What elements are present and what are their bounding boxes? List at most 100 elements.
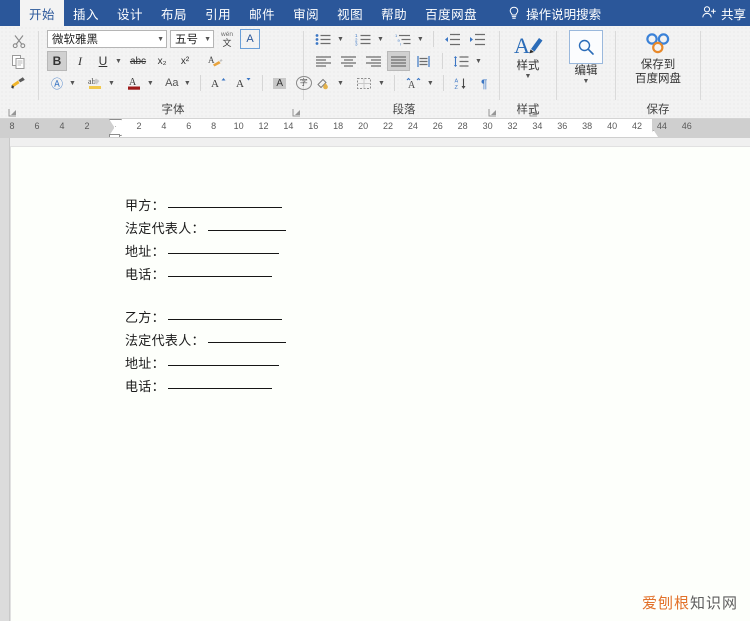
borders-icon[interactable] bbox=[353, 73, 376, 93]
underline-button[interactable]: U bbox=[93, 51, 113, 71]
chevron-down-icon[interactable]: ▼ bbox=[473, 58, 484, 65]
tab-review[interactable]: 审阅 bbox=[284, 0, 328, 26]
decrease-indent-icon[interactable] bbox=[441, 29, 464, 49]
italic-button[interactable]: I bbox=[70, 51, 90, 71]
ruler-tick: 24 bbox=[407, 121, 418, 131]
chevron-down-icon[interactable]: ▼ bbox=[525, 73, 532, 81]
grow-font-icon[interactable]: A bbox=[208, 73, 230, 93]
clear-formatting-icon[interactable]: A bbox=[204, 51, 226, 71]
ruler-tick: 34 bbox=[532, 121, 543, 131]
multilevel-list-icon[interactable]: 1ai bbox=[392, 29, 415, 49]
tab-help[interactable]: 帮助 bbox=[372, 0, 416, 26]
ruler-tick: 6 bbox=[186, 121, 192, 131]
text-highlight-icon[interactable]: ab bbox=[84, 73, 106, 93]
ruler-tick: 38 bbox=[582, 121, 593, 131]
numbering-icon[interactable]: 123 bbox=[352, 29, 375, 49]
chevron-down-icon[interactable]: ▼ bbox=[583, 78, 590, 86]
chevron-down-icon[interactable]: ▼ bbox=[182, 80, 193, 87]
svg-text:A: A bbox=[211, 78, 219, 90]
shrink-font-icon[interactable]: A bbox=[233, 73, 255, 93]
font-dialog-launcher-icon[interactable] bbox=[292, 108, 301, 117]
clipboard-dialog-launcher-icon[interactable] bbox=[8, 108, 17, 117]
chevron-down-icon[interactable]: ▼ bbox=[155, 36, 164, 43]
font-group-label: 字体 bbox=[43, 103, 303, 118]
chevron-down-icon[interactable]: ▼ bbox=[415, 36, 426, 43]
tab-layout[interactable]: 布局 bbox=[152, 0, 196, 26]
superscript-label: x² bbox=[180, 55, 190, 67]
ruler-tick: 20 bbox=[358, 121, 369, 131]
character-shading-icon[interactable]: A bbox=[270, 73, 290, 93]
tab-baidu-netdisk[interactable]: 百度网盘 bbox=[416, 0, 486, 26]
ribbon-group-clipboard bbox=[0, 26, 38, 118]
editing-button[interactable] bbox=[569, 30, 603, 64]
subscript-button[interactable]: x₂ bbox=[152, 51, 172, 71]
ruler-tick: 16 bbox=[308, 121, 319, 131]
font-size-combobox[interactable]: 五号 ▼ bbox=[170, 30, 214, 48]
svg-text:3: 3 bbox=[355, 41, 358, 45]
ruler-tick: 8 bbox=[211, 121, 217, 131]
tab-layout-label: 布局 bbox=[161, 7, 188, 22]
align-right-icon[interactable] bbox=[362, 51, 385, 71]
chevron-down-icon[interactable]: ▼ bbox=[425, 80, 436, 87]
share-button[interactable]: 共享 bbox=[701, 0, 750, 26]
chevron-down-icon[interactable]: ▼ bbox=[106, 80, 117, 87]
ruler-tick: 8 bbox=[9, 121, 15, 131]
tab-help-label: 帮助 bbox=[381, 7, 408, 22]
format-painter-icon[interactable] bbox=[8, 74, 30, 92]
show-formatting-marks-icon[interactable]: ¶ bbox=[476, 73, 497, 93]
change-case-button[interactable]: Aa bbox=[162, 73, 182, 93]
underline-label: U bbox=[98, 54, 108, 68]
line-spacing-icon[interactable] bbox=[450, 51, 473, 71]
strikethrough-button[interactable]: abc bbox=[127, 51, 149, 71]
ruler-tick: 36 bbox=[557, 121, 568, 131]
tab-view[interactable]: 视图 bbox=[328, 0, 372, 26]
word-window: 开始 插入 设计 布局 引用 邮件 审阅 视图 帮助 百度网盘 操作说明搜索 共… bbox=[0, 0, 750, 621]
distribute-icon[interactable] bbox=[412, 51, 435, 71]
sort-icon[interactable]: AZ bbox=[451, 73, 474, 93]
document-page[interactable]: 甲方： 法定代表人： 地址： 电话： 乙方： 法定代表人： 地址： 电话： 爱刨… bbox=[11, 147, 750, 621]
tab-insert[interactable]: 插入 bbox=[64, 0, 108, 26]
chevron-down-icon[interactable]: ▼ bbox=[113, 58, 124, 65]
chinese-layout-icon[interactable]: A bbox=[402, 73, 425, 93]
chevron-down-icon[interactable]: ▼ bbox=[202, 36, 211, 43]
justify-icon[interactable] bbox=[387, 51, 410, 71]
shading-icon[interactable] bbox=[312, 73, 335, 93]
bullets-icon[interactable] bbox=[312, 29, 335, 49]
subscript-label: x₂ bbox=[157, 55, 167, 67]
font-color-icon[interactable]: A bbox=[123, 73, 145, 93]
align-left-icon[interactable] bbox=[312, 51, 335, 71]
copy-icon[interactable] bbox=[8, 53, 30, 71]
character-border-icon[interactable]: A bbox=[240, 29, 260, 49]
tab-mailings[interactable]: 邮件 bbox=[240, 0, 284, 26]
text-effects-icon[interactable]: Ⓐ bbox=[47, 73, 67, 93]
chevron-down-icon[interactable]: ▼ bbox=[67, 80, 78, 87]
chevron-down-icon[interactable]: ▼ bbox=[335, 80, 346, 87]
styles-dialog-launcher-icon[interactable] bbox=[529, 108, 538, 117]
phonetic-guide-icon[interactable]: wén 文 bbox=[217, 29, 237, 49]
ruler-tick: 44 bbox=[656, 121, 667, 131]
tell-me-search[interactable]: 操作说明搜索 bbox=[500, 0, 609, 26]
left-gutter bbox=[0, 138, 10, 621]
horizontal-ruler[interactable]: 8 6 4 2 2 4 6 8 10 12 14 16 18 20 22 24 26 28 30 32 34 36 38 40… bbox=[0, 119, 750, 141]
paragraph-dialog-launcher-icon[interactable] bbox=[488, 108, 497, 117]
tab-references[interactable]: 引用 bbox=[196, 0, 240, 26]
chevron-down-icon[interactable]: ▼ bbox=[145, 80, 156, 87]
align-center-icon[interactable] bbox=[337, 51, 360, 71]
tab-home[interactable]: 开始 bbox=[20, 0, 65, 26]
tab-design[interactable]: 设计 bbox=[108, 0, 152, 26]
baidu-netdisk-icon[interactable] bbox=[643, 28, 673, 58]
site-watermark: 爱刨根知识网 bbox=[642, 592, 738, 613]
increase-indent-icon[interactable] bbox=[466, 29, 489, 49]
superscript-button[interactable]: x² bbox=[175, 51, 195, 71]
styles-button[interactable]: A 样式 ▼ bbox=[511, 28, 545, 81]
chevron-down-icon[interactable]: ▼ bbox=[335, 36, 346, 43]
chevron-down-icon[interactable]: ▼ bbox=[375, 36, 386, 43]
group-separator bbox=[700, 31, 701, 100]
font-name-combobox[interactable]: 微软雅黑 ▼ bbox=[47, 30, 167, 48]
cut-icon[interactable] bbox=[8, 32, 30, 50]
chevron-down-icon[interactable]: ▼ bbox=[376, 80, 387, 87]
document-content[interactable]: 甲方： 法定代表人： 地址： 电话： 乙方： 法定代表人： 地址： 电话： bbox=[125, 195, 545, 399]
bold-button[interactable]: B bbox=[47, 51, 67, 71]
divider bbox=[393, 75, 395, 91]
ruler-tick: 12 bbox=[258, 121, 269, 131]
